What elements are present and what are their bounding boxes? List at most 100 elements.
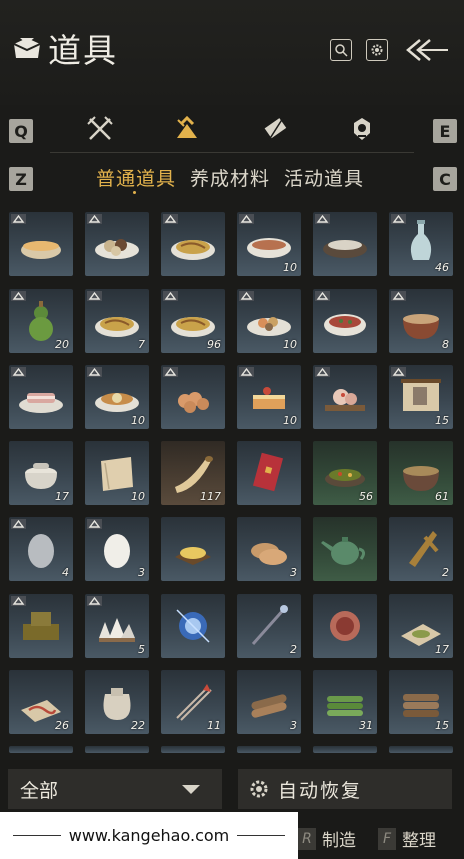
bundle-icon — [177, 115, 197, 138]
top-icons — [316, 36, 452, 64]
subtab-event-items[interactable]: 活动道具 — [284, 164, 364, 191]
item-slot[interactable]: 7 — [85, 289, 149, 353]
item-quantity: 4 — [62, 566, 69, 579]
item-slot[interactable] — [313, 517, 377, 581]
gear-icon — [371, 44, 383, 56]
medal-icon — [354, 118, 370, 140]
item-slot[interactable]: 3 — [85, 517, 149, 581]
item-slot[interactable]: 10 — [85, 441, 149, 505]
item-slot[interactable] — [9, 365, 73, 429]
item-slot[interactable] — [313, 365, 377, 429]
item-slot[interactable] — [237, 441, 301, 505]
item-slot[interactable]: 15 — [389, 365, 453, 429]
inventory-bag-icon — [12, 34, 42, 62]
item-slot[interactable] — [161, 365, 225, 429]
item-slot[interactable]: 17 — [9, 441, 73, 505]
item-slot[interactable] — [9, 594, 73, 658]
item-slot[interactable]: 8 — [389, 289, 453, 353]
item-slot[interactable]: 3 — [237, 670, 301, 734]
back-button[interactable] — [404, 36, 452, 64]
tab-scrolls[interactable] — [259, 112, 293, 146]
peach-buns-icon — [325, 389, 365, 411]
item-slot[interactable] — [313, 212, 377, 276]
item-slot[interactable]: 17 — [389, 594, 453, 658]
item-slot[interactable]: 22 — [85, 670, 149, 734]
item-quantity: 31 — [359, 719, 373, 732]
search-button[interactable] — [330, 39, 352, 61]
watermark: www.kangehao.com — [0, 812, 298, 859]
item-quantity: 11 — [207, 719, 221, 732]
item-slot[interactable]: 10 — [237, 212, 301, 276]
item-slot[interactable]: 11 — [161, 670, 225, 734]
tab-items[interactable] — [170, 112, 204, 146]
grain-pile-icon — [175, 547, 211, 565]
auto-recover-label: 自动恢复 — [278, 779, 363, 802]
item-quantity: 22 — [131, 719, 145, 732]
item-slot-partial — [85, 746, 149, 753]
chevron-down-icon — [182, 785, 200, 794]
item-quantity: 3 — [138, 566, 145, 579]
tab-weapons[interactable] — [83, 112, 117, 146]
item-slot[interactable]: 117 — [161, 441, 225, 505]
item-slot[interactable] — [161, 212, 225, 276]
item-quantity: 8 — [442, 338, 449, 351]
key-z[interactable]: Z — [9, 167, 33, 191]
item-slot[interactable]: 2 — [237, 594, 301, 658]
item-slot[interactable] — [161, 594, 225, 658]
item-quantity: 10 — [283, 338, 297, 351]
item-slot[interactable]: 10 — [237, 289, 301, 353]
active-tab-indicator — [133, 191, 136, 194]
auto-recover-button[interactable]: 自动恢复 — [238, 769, 452, 809]
item-slot-partial — [161, 746, 225, 753]
dumplings-plate-icon — [95, 239, 139, 259]
item-slot[interactable]: 15 — [389, 670, 453, 734]
spirit-orb-icon — [176, 609, 210, 643]
item-quantity: 26 — [55, 719, 69, 732]
item-quantity: 117 — [200, 490, 221, 503]
item-quantity: 3 — [290, 719, 297, 732]
item-quantity: 2 — [442, 566, 449, 579]
sort-button[interactable]: 整理 — [402, 826, 436, 851]
item-slot[interactable]: 96 — [161, 289, 225, 353]
category-tabs — [0, 112, 464, 152]
item-slot[interactable]: 31 — [313, 670, 377, 734]
item-quantity: 61 — [435, 490, 449, 503]
subtab-normal-items[interactable]: 普通道具 — [96, 164, 176, 191]
filter-label: 全部 — [20, 779, 59, 802]
item-slot[interactable]: 26 — [9, 670, 73, 734]
rice-bowl-icon — [323, 240, 367, 258]
item-slot[interactable]: 56 — [313, 441, 377, 505]
item-slot[interactable] — [313, 594, 377, 658]
item-slot[interactable]: 3 — [237, 517, 301, 581]
subtab-materials[interactable]: 养成材料 — [190, 164, 270, 191]
item-slot[interactable] — [313, 289, 377, 353]
meat-slices-icon — [19, 393, 63, 413]
item-quantity: 3 — [290, 566, 297, 579]
item-slot[interactable]: 10 — [237, 365, 301, 429]
tab-treasures[interactable] — [345, 112, 379, 146]
buns-plate-icon — [178, 392, 209, 413]
gear-icon — [250, 780, 268, 798]
item-quantity: 17 — [55, 490, 69, 503]
craft-button[interactable]: 制造 — [322, 826, 356, 851]
item-slot[interactable]: 46 — [389, 212, 453, 276]
page-title: 道具 — [48, 31, 118, 70]
title-area: 道具 — [12, 24, 118, 72]
item-slot[interactable]: 2 — [389, 517, 453, 581]
item-slot[interactable]: 61 — [389, 441, 453, 505]
item-slot[interactable]: 20 — [9, 289, 73, 353]
key-c[interactable]: C — [433, 167, 457, 191]
item-slot[interactable] — [161, 517, 225, 581]
item-quantity: 17 — [435, 643, 449, 656]
item-slot[interactable]: 10 — [85, 365, 149, 429]
item-quantity: 46 — [435, 261, 449, 274]
filter-dropdown[interactable]: 全部 — [8, 769, 222, 809]
settings-button[interactable] — [366, 39, 388, 61]
item-slot[interactable] — [85, 212, 149, 276]
item-slot[interactable]: 5 — [85, 594, 149, 658]
item-quantity: 20 — [55, 338, 69, 351]
item-slot[interactable]: 4 — [9, 517, 73, 581]
item-quantity: 96 — [207, 338, 221, 351]
item-slot[interactable] — [9, 212, 73, 276]
watermark-url: www.kangehao.com — [68, 826, 230, 845]
